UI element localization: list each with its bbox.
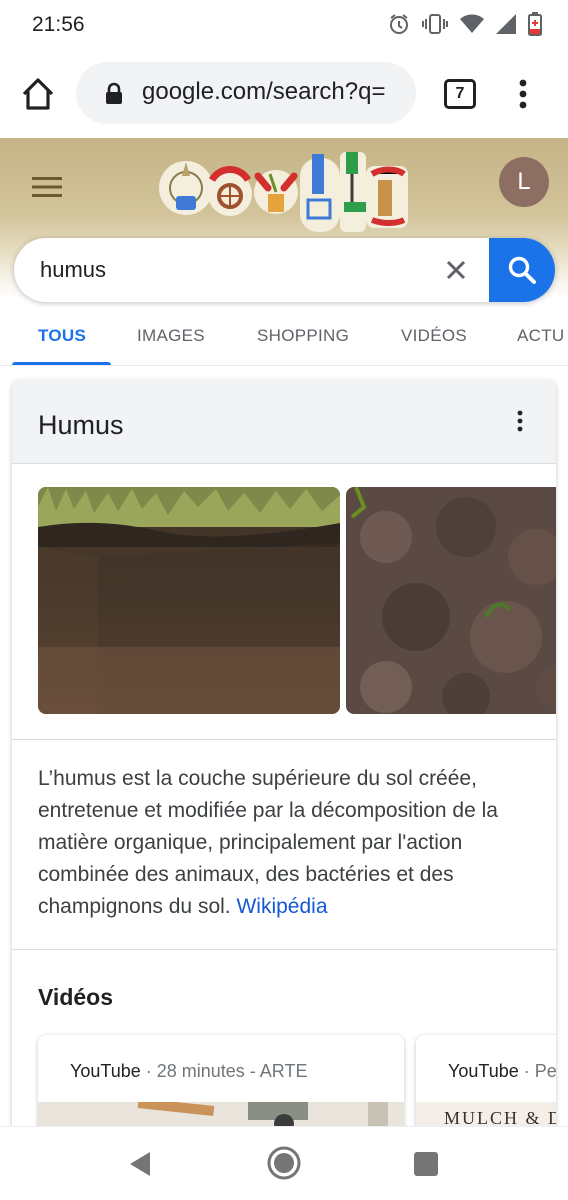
humus-soil-profile-image[interactable] xyxy=(38,487,340,714)
wifi-icon xyxy=(460,14,484,33)
browser-toolbar: google.com/search?q= 7 xyxy=(0,50,568,138)
video-meta: · 28 minutes - ARTE xyxy=(140,1061,308,1081)
tab-all[interactable]: TOUS xyxy=(38,326,86,346)
more-vert-icon[interactable] xyxy=(512,76,534,112)
video-card[interactable]: YouTube · 28 minutes - ARTE xyxy=(38,1035,404,1140)
google-doodle-icon[interactable] xyxy=(158,144,410,236)
divider xyxy=(12,739,556,740)
search-button[interactable] xyxy=(489,238,555,302)
back-icon[interactable] xyxy=(128,1151,152,1177)
search-icon xyxy=(508,256,536,284)
video-meta: · Perma xyxy=(523,1061,556,1081)
status-bar: 21:56 xyxy=(0,0,568,50)
video-source: YouTube · 28 minutes - ARTE xyxy=(70,1061,307,1082)
battery-icon xyxy=(528,12,542,36)
video-source: YouTube · Perma xyxy=(448,1061,556,1082)
knowledge-panel-description: L’humus est la couche supérieure du sol … xyxy=(38,763,534,923)
active-tab-indicator xyxy=(12,362,111,365)
clear-icon[interactable] xyxy=(444,258,468,282)
video-source-name: YouTube xyxy=(448,1061,519,1081)
status-icons xyxy=(388,12,542,36)
vibrate-icon xyxy=(422,14,448,34)
tab-videos[interactable]: VIDÉOS xyxy=(401,326,467,346)
recent-apps-icon[interactable] xyxy=(414,1152,438,1176)
video-source-name: YouTube xyxy=(70,1061,141,1081)
home-icon[interactable] xyxy=(18,76,58,112)
more-vert-icon[interactable] xyxy=(512,410,528,432)
knowledge-panel: Humus L’humus est la couche supérieure d… xyxy=(12,380,556,1140)
status-time: 21:56 xyxy=(32,13,85,36)
menu-icon[interactable] xyxy=(32,176,62,198)
tab-images[interactable]: IMAGES xyxy=(137,326,205,346)
video-thumbnail-text: MULCH & DIVE xyxy=(444,1108,556,1128)
lock-icon xyxy=(106,82,122,104)
wikipedia-link[interactable]: Wikipédia xyxy=(236,895,327,918)
humus-compost-image[interactable] xyxy=(346,487,556,714)
url-text: google.com/search?q= xyxy=(142,78,386,105)
signal-icon xyxy=(496,14,516,34)
home-nav-icon[interactable] xyxy=(266,1145,302,1181)
video-card[interactable]: YouTube · Perma MULCH & DIVE xyxy=(416,1035,556,1140)
system-nav-bar xyxy=(0,1126,568,1200)
address-bar[interactable]: google.com/search?q= xyxy=(76,62,416,124)
search-box[interactable]: humus xyxy=(14,238,555,302)
page: 21:56 google.com/search?q= 7 L humus TOU… xyxy=(0,0,568,1200)
search-input[interactable]: humus xyxy=(40,257,106,283)
search-tabs: TOUS IMAGES SHOPPING VIDÉOS ACTU xyxy=(0,312,568,366)
tab-shopping[interactable]: SHOPPING xyxy=(257,326,349,346)
knowledge-panel-header: Humus xyxy=(12,380,556,464)
account-avatar[interactable]: L xyxy=(499,157,549,207)
alarm-icon xyxy=(390,14,408,34)
divider xyxy=(12,949,556,950)
knowledge-panel-title: Humus xyxy=(38,410,124,440)
tab-switcher-button[interactable]: 7 xyxy=(444,79,476,109)
videos-section-title: Vidéos xyxy=(38,984,113,1010)
tab-news[interactable]: ACTU xyxy=(517,326,564,346)
